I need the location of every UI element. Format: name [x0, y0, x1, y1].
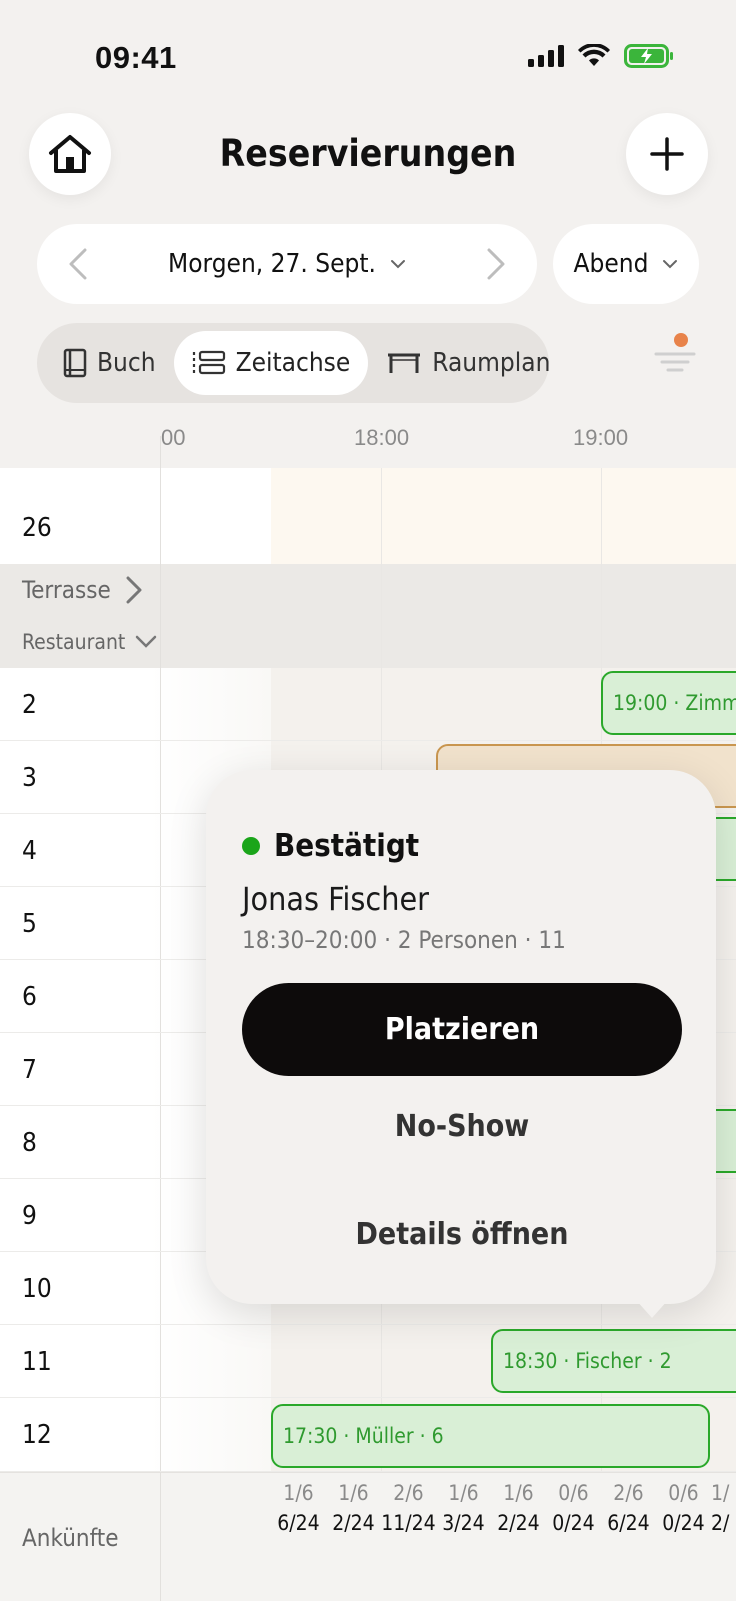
table-row-label: 2 [22, 689, 37, 720]
table-row-label: 6 [22, 981, 37, 1012]
status-time: 09:41 [95, 40, 177, 75]
arrival-bottom: 6/24 [277, 1511, 320, 1535]
wifi-icon [578, 44, 610, 66]
tab-raumplan[interactable]: Raumplan [368, 331, 568, 395]
popover-tail [636, 1300, 668, 1318]
arrival-top: 1/6 [448, 1481, 479, 1505]
arrival-bottom: 2/24 [332, 1511, 375, 1535]
table-icon [388, 353, 421, 373]
reservation-bar[interactable]: 17:30 · Müller · 6 [271, 1404, 710, 1468]
area-label: Terrasse [22, 576, 111, 604]
arrival-count: 0/6 0/24 [546, 1478, 601, 1538]
reservation-details: 18:30–20:00 · 2 Personen · 11 [242, 926, 566, 954]
chevron-down-icon [136, 635, 157, 648]
reservation-bar[interactable]: 19:00 · Zimmermann [601, 671, 736, 735]
seat-button[interactable]: Platzieren [242, 983, 682, 1076]
table-row-label: 7 [22, 1054, 37, 1085]
table-row-label: 3 [22, 762, 37, 793]
arrival-bottom: 6/24 [607, 1511, 650, 1535]
chevron-down-icon [663, 260, 678, 269]
arrival-count: 1/6 6/24 [271, 1478, 326, 1538]
filter-button[interactable] [654, 332, 696, 380]
table-row-label: 4 [22, 835, 37, 866]
date-label: Morgen, 27. Sept. [168, 249, 376, 279]
table-row-label: 26 [22, 513, 52, 543]
chevron-right-icon [126, 576, 142, 604]
no-show-button[interactable]: No-Show [242, 1090, 682, 1162]
status-label: Bestätigt [274, 828, 420, 864]
guest-name: Jonas Fischer [242, 880, 429, 918]
arrivals-label: Ankünfte [22, 1524, 119, 1552]
open-slot-bg [271, 468, 736, 564]
status-icons [528, 44, 674, 68]
arrival-top: 2/6 [393, 1481, 424, 1505]
arrival-bottom: 0/24 [552, 1511, 595, 1535]
area-label: Restaurant [22, 630, 126, 654]
table-row-label: 5 [22, 908, 37, 939]
arrival-top: 1/ [711, 1481, 730, 1505]
status-dot-icon [242, 837, 260, 855]
shift-selector[interactable]: Abend [553, 224, 699, 304]
table-row-label: 12 [22, 1420, 52, 1450]
reservation-bar-selected[interactable]: 18:30 · Fischer · 2 [491, 1329, 736, 1393]
arrival-bottom: 2/24 [497, 1511, 540, 1535]
date-selector[interactable]: Morgen, 27. Sept. [37, 224, 537, 304]
book-icon [63, 348, 87, 378]
filter-icon [654, 333, 696, 372]
arrival-count: 2/6 11/24 [381, 1478, 436, 1538]
arrival-count: 1/6 2/24 [326, 1478, 381, 1538]
arrival-top: 1/6 [338, 1481, 369, 1505]
arrival-count: 1/6 3/24 [436, 1478, 491, 1538]
view-switcher: Buch Zeitachse Raumplan [37, 323, 550, 403]
arrival-top: 1/6 [503, 1481, 534, 1505]
table-row-label: 10 [22, 1273, 52, 1304]
arrival-count: 0/6 0/24 [656, 1478, 711, 1538]
arrival-count: 1/6 2/24 [491, 1478, 546, 1538]
signal-icon [528, 45, 564, 67]
open-details-button[interactable]: Details öffnen [242, 1198, 682, 1270]
table-row-label: 8 [22, 1127, 37, 1158]
add-reservation-button[interactable] [626, 113, 708, 195]
tab-label: Raumplan [432, 348, 551, 378]
arrival-top: 0/6 [668, 1481, 699, 1505]
tab-buch[interactable]: Buch [45, 331, 174, 395]
arrival-top: 2/6 [613, 1481, 644, 1505]
reservation-popover: Bestätigt Jonas Fischer 18:30–20:00 · 2 … [206, 770, 716, 1304]
arrival-bottom: 0/24 [662, 1511, 705, 1535]
arrival-bottom: 2/ [711, 1511, 730, 1535]
arrival-count: 1/2/ [711, 1478, 736, 1538]
tab-label: Buch [97, 348, 156, 378]
timeline-icon [192, 350, 225, 375]
table-row-label: 11 [22, 1346, 52, 1377]
time-tick: 18:00 [354, 425, 410, 450]
arrival-top: 1/6 [283, 1481, 314, 1505]
arrival-bottom: 3/24 [442, 1511, 485, 1535]
time-tick: 19:00 [573, 425, 629, 450]
shift-label: Abend [573, 249, 649, 279]
status-row: Bestätigt [242, 828, 419, 864]
previous-day-icon[interactable] [67, 248, 89, 280]
chevron-down-icon [390, 260, 405, 269]
battery-icon [624, 44, 673, 68]
arrival-bottom: 11/24 [381, 1511, 436, 1535]
plus-icon [650, 137, 684, 171]
table-row-label: 9 [22, 1200, 37, 1231]
divider [160, 1472, 161, 1601]
area-restaurant[interactable]: Restaurant [22, 630, 157, 654]
tab-label: Zeitachse [235, 348, 351, 378]
time-tick: 00 [161, 425, 186, 450]
area-terrasse[interactable]: Terrasse [22, 575, 143, 605]
next-day-icon[interactable] [485, 248, 507, 280]
arrival-top: 0/6 [558, 1481, 589, 1505]
arrival-count: 2/6 6/24 [601, 1478, 656, 1538]
tab-zeitachse[interactable]: Zeitachse [173, 331, 369, 395]
